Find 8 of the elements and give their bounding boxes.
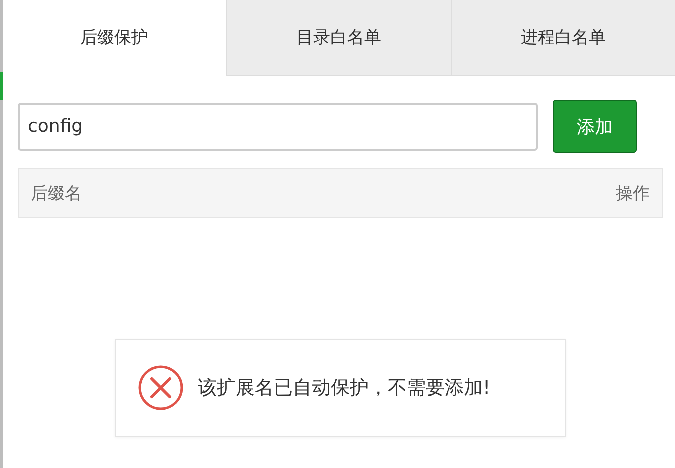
tab[interactable]: 目录白名单 xyxy=(226,0,451,76)
column-header: 操作 xyxy=(616,182,650,204)
input-field[interactable]: config xyxy=(18,102,538,150)
tab[interactable]: 进程白名单 xyxy=(450,0,675,76)
add-button[interactable]: 添加 xyxy=(553,100,637,153)
column-header: 后缀名 xyxy=(31,182,82,204)
toast-message: 该扩展名已自动保护，不需要添加! xyxy=(198,376,491,401)
error-icon xyxy=(138,365,184,411)
